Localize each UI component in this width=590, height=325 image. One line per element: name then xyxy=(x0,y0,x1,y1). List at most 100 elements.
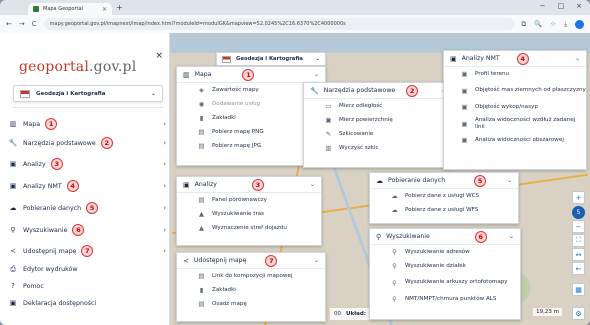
menu-item-szkicowanie[interactable]: ✎ Szkicowanie xyxy=(304,127,452,141)
geoportal-logo[interactable]: geoportal.gov.pl xyxy=(19,59,136,75)
analysis-icon: ▣ xyxy=(9,160,17,168)
menu-item-wyszukiwanie-adresow[interactable]: ⚲ Wyszukiwanie adresów xyxy=(370,245,520,259)
layers-switch-button[interactable]: ▦ xyxy=(572,283,585,296)
chevron-down-icon[interactable]: ⌄ xyxy=(507,177,512,184)
sidebar-item-pomoc[interactable]: ? Pomoc xyxy=(8,279,166,293)
number-badge: 3 xyxy=(251,178,264,191)
pencil-icon: ✎ xyxy=(325,130,332,138)
minimize-icon[interactable]: − xyxy=(540,2,546,10)
chevron-down-icon[interactable]: ⌄ xyxy=(310,181,315,188)
chevron-down-icon[interactable]: ⌄ xyxy=(509,233,514,240)
menu-item-widocznosc-linia[interactable]: ▣ Analiza widoczności wzdłuż zadanej lini… xyxy=(444,114,586,133)
volume-icon: ▣ xyxy=(461,103,468,111)
new-tab-button[interactable]: + xyxy=(116,3,123,12)
menu-item-mierz-powierzchnie[interactable]: ▣ Mierz powierzchnię xyxy=(304,113,452,127)
menu-item-nmt-als[interactable]: ⚲ NMT/NMPT/chmura punktów ALS xyxy=(370,292,520,306)
favicon-icon xyxy=(33,6,39,12)
sidebar-item-label: Wyszukiwanie xyxy=(23,226,68,234)
link-icon: ▤ xyxy=(198,272,205,280)
menu-item-osadz-mape[interactable]: ▤ Osadź mapę xyxy=(177,297,325,311)
menu-item-wfs[interactable]: ☁ Pobierz dane z usługi WFS xyxy=(370,203,518,217)
chevron-down-icon[interactable]: ⌄ xyxy=(575,55,580,62)
menu-item-wyszukiwanie-dzialek[interactable]: ⚲ Wyszukiwanie działek xyxy=(370,259,520,273)
number-badge: 4 xyxy=(516,52,529,65)
fullscreen-button[interactable]: ⛶ xyxy=(572,234,585,247)
menu-item-link-kompozycji[interactable]: ▤ Link do kompozycji mapowej xyxy=(177,269,325,283)
crs-label: Układ: xyxy=(346,311,367,317)
menu-item-wyczysc-szkic[interactable]: ▥ Wyczyść szkic xyxy=(304,141,452,155)
panel-header[interactable]: ☁ Pobieranie danych 5 ⌄ xyxy=(370,173,518,189)
terrain-icon: ▣ xyxy=(450,54,457,63)
browser-tab[interactable]: Mapa Geoportal × xyxy=(28,3,112,15)
menu-item-wyszukiwanie-tras[interactable]: ▲ Wyszukiwanie tras xyxy=(177,207,321,221)
sidebar-item-deklaracja[interactable]: ▣ Deklaracja dostępności xyxy=(8,296,166,310)
zoom-icon[interactable]: 🔍 xyxy=(534,20,542,29)
printer-icon: ⎙ xyxy=(10,264,16,273)
bookmark-icon: ▮ xyxy=(199,286,204,294)
panel-header[interactable]: ▣ Analizy 3 ⌄ xyxy=(177,177,321,193)
sidebar-item-edytor[interactable]: ⎙ Edytor wydruków xyxy=(8,262,166,276)
bookmark-star-icon[interactable]: ☆ xyxy=(550,20,556,29)
profile-avatar[interactable] xyxy=(575,19,584,29)
sidebar-item-label: Pomoc xyxy=(23,282,44,290)
zoom-out-button[interactable]: − xyxy=(572,220,585,233)
volume-plane-icon: ▣ xyxy=(461,86,468,95)
map-settings-button[interactable]: ⚙ xyxy=(572,307,585,320)
panel-header[interactable]: ▥ Mapa 1 ⌄ xyxy=(177,67,325,83)
sidebar-item-narzedzia[interactable]: 🔧 Narzędzia podstawowe 2 › xyxy=(8,136,166,150)
layers-icon: ◈ xyxy=(199,86,204,94)
menu-item-wcs[interactable]: ☁ Pobierz dane z usługi WCS xyxy=(370,189,518,203)
theme-selector[interactable]: Geodezja i Kartografia ⌄ xyxy=(13,85,163,102)
sidebar-item-mapa[interactable]: ▥ Mapa 1 › xyxy=(8,117,166,131)
menu-item-wyszukiwanie-arkuszy[interactable]: ⚲ Wyszukiwanie arkuszy ortofotomapy xyxy=(370,273,520,292)
panel-header[interactable]: 🔧 Narzędzia podstawowe 2 ⌄ xyxy=(304,83,452,99)
map-icon: ▥ xyxy=(183,70,190,79)
menu-item-mierz-odleglosc[interactable]: ▭ Mierz odległość xyxy=(304,99,452,113)
tab-strip: Mapa Geoportal × + − □ × xyxy=(0,0,590,15)
sidebar-item-udostepnij[interactable]: ≺ Udostępnij mapę 7 › xyxy=(8,244,166,258)
reload-icon[interactable]: C xyxy=(32,20,37,28)
zoom-in-button[interactable]: + xyxy=(572,191,585,204)
profile-icon: ▣ xyxy=(461,70,468,78)
menu-item-widocznosc-obszar[interactable]: ▣ Analiza widoczności obszarowej xyxy=(444,133,586,147)
close-window-icon[interactable]: × xyxy=(576,2,582,10)
panel-header[interactable]: ⚲ Wyszukiwanie 6 ⌄ xyxy=(370,229,520,245)
menu-item-profil-terenu[interactable]: ▣ Profil terenu xyxy=(444,67,586,81)
chevron-right-icon: › xyxy=(163,160,166,168)
maximize-icon[interactable]: □ xyxy=(558,2,565,10)
add-service-icon: ◉ xyxy=(198,100,205,108)
tab-close-icon[interactable]: × xyxy=(102,6,107,13)
chevron-right-icon: › xyxy=(163,204,166,212)
map-theme-dropdown[interactable]: Geodezja i Kartografia ⌄ xyxy=(216,52,326,66)
forward-icon[interactable]: → xyxy=(19,20,25,28)
cloud-download-icon: ☁ xyxy=(9,204,17,212)
sidebar-item-analizy[interactable]: ▣ Analizy 3 › xyxy=(8,157,166,171)
menu-item-strefy-dojazdu[interactable]: ▲ Wyznaczenie stref dojazdu xyxy=(177,221,321,235)
panel-header[interactable]: ≺ Udostępnij mapę 7 ⌄ xyxy=(177,253,325,269)
pan-button[interactable]: ↔ xyxy=(572,248,585,261)
search-icon: ⚲ xyxy=(392,278,397,287)
chevron-down-icon[interactable]: ⌄ xyxy=(314,71,319,78)
menu-item-zakladki[interactable]: ▮ Zakładki xyxy=(177,283,325,297)
menu-item-objetosc-plaszczyzny[interactable]: ▣ Objętość mas ziemnych od płaszczyzny xyxy=(444,81,586,100)
number-badge: 5 xyxy=(86,202,99,214)
share-icon: ≺ xyxy=(183,256,189,265)
install-app-icon[interactable]: ⧉ xyxy=(522,20,527,29)
sidebar-item-pobieranie[interactable]: ☁ Pobieranie danych 5 › xyxy=(8,201,166,215)
menu-item-panel-porownawczy[interactable]: ▤ Panel porównawczy xyxy=(177,193,321,207)
chevron-right-icon: › xyxy=(163,226,166,234)
download-icon[interactable]: ⤓ xyxy=(564,20,567,29)
back-extent-button[interactable]: ← xyxy=(572,262,585,275)
back-icon[interactable]: ← xyxy=(6,20,12,28)
window-controls: − □ × xyxy=(540,2,582,10)
close-sidebar-icon[interactable]: × xyxy=(155,51,163,61)
chevron-down-icon[interactable]: ⌄ xyxy=(314,257,319,264)
panel-header[interactable]: ▣ Analizy NMT 4 ⌄ xyxy=(444,51,586,67)
number-badge: 7 xyxy=(265,254,278,267)
sidebar-item-wyszukiwanie[interactable]: ⚲ Wyszukiwanie 6 › xyxy=(8,223,166,237)
ruler-icon: ▭ xyxy=(325,102,332,110)
sidebar-item-analizy-nmt[interactable]: ▣ Analizy NMT 4 › xyxy=(8,179,166,193)
url-field[interactable]: mapy.geoportal.gov.pl/imapnext/imap/inde… xyxy=(43,18,515,30)
menu-item-objetosc-wykop[interactable]: ▣ Objętość wykop/nasyp xyxy=(444,100,586,114)
visibility-line-icon: ▣ xyxy=(461,119,468,128)
